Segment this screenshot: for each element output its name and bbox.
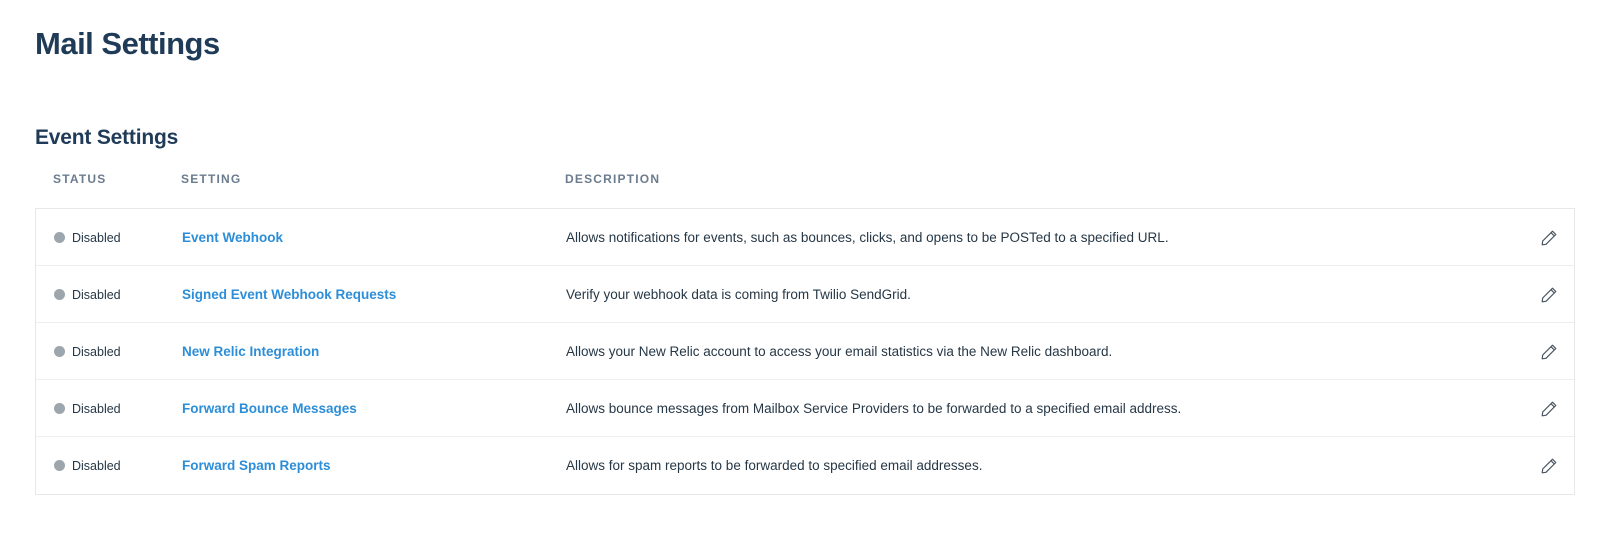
status-dot-icon bbox=[54, 403, 65, 414]
table-row: Disabled Forward Bounce Messages Allows … bbox=[36, 380, 1574, 437]
edit-button[interactable] bbox=[1538, 227, 1560, 249]
status-dot-icon bbox=[54, 346, 65, 357]
status-label: Disabled bbox=[72, 344, 121, 359]
status-dot-icon bbox=[54, 460, 65, 471]
table-row: Disabled Signed Event Webhook Requests V… bbox=[36, 266, 1574, 323]
edit-button[interactable] bbox=[1538, 341, 1560, 363]
pencil-icon bbox=[1541, 344, 1557, 360]
setting-description: Verify your webhook data is coming from … bbox=[566, 287, 911, 302]
column-header-description: DESCRIPTION bbox=[565, 172, 661, 186]
setting-description: Allows notifications for events, such as… bbox=[566, 230, 1169, 245]
setting-link-signed-event-webhook-requests[interactable]: Signed Event Webhook Requests bbox=[182, 266, 396, 323]
column-header-status: STATUS bbox=[53, 172, 107, 186]
event-settings-table: Disabled Event Webhook Allows notificati… bbox=[35, 208, 1575, 495]
mail-settings-page: Mail Settings Event Settings STATUS SETT… bbox=[0, 0, 1600, 541]
status-badge: Disabled bbox=[54, 209, 121, 266]
edit-button[interactable] bbox=[1538, 284, 1560, 306]
section-title: Event Settings bbox=[35, 126, 179, 149]
setting-description: Allows for spam reports to be forwarded … bbox=[566, 458, 983, 473]
table-row: Disabled New Relic Integration Allows yo… bbox=[36, 323, 1574, 380]
status-badge: Disabled bbox=[54, 380, 121, 437]
status-badge: Disabled bbox=[54, 437, 121, 494]
edit-button[interactable] bbox=[1538, 398, 1560, 420]
page-title: Mail Settings bbox=[35, 26, 220, 61]
setting-description: Allows bounce messages from Mailbox Serv… bbox=[566, 401, 1182, 416]
column-header-setting: SETTING bbox=[181, 172, 242, 186]
setting-link-new-relic-integration[interactable]: New Relic Integration bbox=[182, 323, 319, 380]
table-row: Disabled Forward Spam Reports Allows for… bbox=[36, 437, 1574, 494]
status-label: Disabled bbox=[72, 401, 121, 416]
status-label: Disabled bbox=[72, 458, 121, 473]
setting-description: Allows your New Relic account to access … bbox=[566, 344, 1113, 359]
edit-button[interactable] bbox=[1538, 455, 1560, 477]
setting-link-forward-spam-reports[interactable]: Forward Spam Reports bbox=[182, 437, 331, 494]
table-header: STATUS SETTING DESCRIPTION bbox=[35, 172, 1575, 192]
pencil-icon bbox=[1541, 287, 1557, 303]
setting-link-event-webhook[interactable]: Event Webhook bbox=[182, 209, 283, 266]
status-label: Disabled bbox=[72, 287, 121, 302]
status-badge: Disabled bbox=[54, 323, 121, 380]
pencil-icon bbox=[1541, 458, 1557, 474]
pencil-icon bbox=[1541, 401, 1557, 417]
status-dot-icon bbox=[54, 289, 65, 300]
setting-link-forward-bounce-messages[interactable]: Forward Bounce Messages bbox=[182, 380, 357, 437]
status-badge: Disabled bbox=[54, 266, 121, 323]
table-row: Disabled Event Webhook Allows notificati… bbox=[36, 209, 1574, 266]
pencil-icon bbox=[1541, 230, 1557, 246]
status-dot-icon bbox=[54, 232, 65, 243]
status-label: Disabled bbox=[72, 230, 121, 245]
